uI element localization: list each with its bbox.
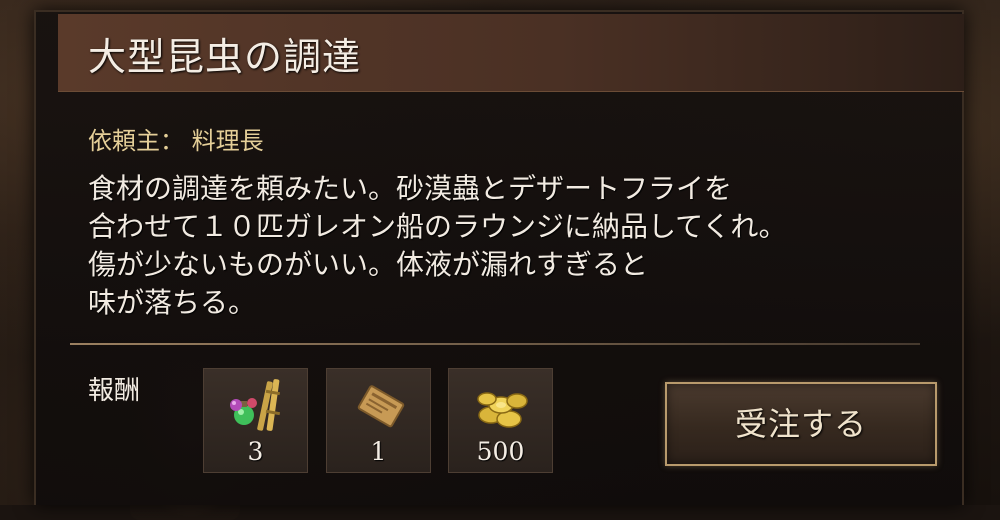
divider <box>70 343 920 345</box>
quest-client: 依頼主： 料理長 <box>88 121 264 156</box>
rewards-label: 報酬 <box>88 376 141 406</box>
description-line: 食材の調達を頼みたい。砂漠蟲とデザートフライを <box>88 172 733 205</box>
reward-slot-gold[interactable]: 500 <box>448 368 553 473</box>
quest-title: 大型昆虫の調達 <box>88 35 362 79</box>
accept-quest-button[interactable]: 受注する <box>665 382 937 466</box>
accept-button-label: 受注する <box>734 405 867 443</box>
client-name: 料理長 <box>191 127 264 155</box>
reward-count: 1 <box>370 437 387 466</box>
ticket-icon <box>357 385 405 428</box>
reward-slot-ticket[interactable]: 1 <box>326 368 431 473</box>
client-label: 依頼主： <box>88 127 184 155</box>
gold-coins-icon <box>477 392 528 428</box>
quest-description: 食材の調達を頼みたい。砂漠蟲とデザートフライを 合わせて１０匹ガレオン船のラウン… <box>88 170 918 322</box>
description-line: 味が落ちる。 <box>88 286 257 319</box>
reward-count: 500 <box>476 437 525 466</box>
reward-slot-items[interactable]: 3 <box>203 368 308 473</box>
description-line: 合わせて１０匹ガレオン船のラウンジに納品してくれ。 <box>88 210 787 243</box>
description-line: 傷が少ないものがいい。体液が漏れすぎると <box>88 248 649 281</box>
reward-count: 3 <box>247 437 264 466</box>
potions-and-rods-icon <box>230 379 281 431</box>
